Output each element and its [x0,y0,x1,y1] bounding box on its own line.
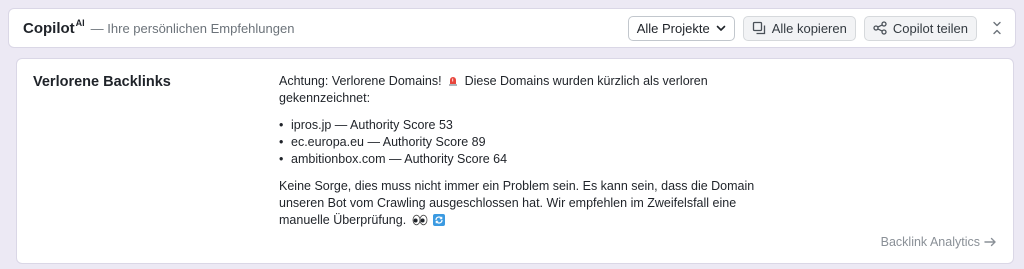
list-item: ec.europa.eu — Authority Score 89 [279,134,759,151]
lost-backlinks-card: Verlorene Backlinks Achtung: Verlorene D… [16,58,1014,264]
eyes-icon [412,214,428,226]
share-copilot-button[interactable]: Copilot teilen [863,15,977,41]
share-copilot-label: Copilot teilen [892,20,968,36]
share-icon [873,21,887,35]
intro-before: Achtung: Verlorene Domains! [279,74,442,88]
alarm-light-icon [449,77,458,86]
copy-all-button[interactable]: Alle kopieren [742,15,856,41]
list-item: ipros.jp — Authority Score 53 [279,117,759,134]
intro-text: Achtung: Verlorene Domains! Diese Domain… [279,73,759,107]
backlink-analytics-label: Backlink Analytics [880,235,980,249]
header-subtitle: — Ihre persönlichen Empfehlungen [90,20,295,36]
brand-name: Copilot [23,19,75,37]
arrow-right-icon [984,237,996,247]
project-select[interactable]: Alle Projekte [627,15,735,41]
copy-all-label: Alle kopieren [771,20,847,36]
copy-icon [752,21,765,35]
note-text: Keine Sorge, dies muss nicht immer ein P… [279,178,759,229]
card-title: Verlorene Backlinks [33,74,171,90]
domain-list: ipros.jp — Authority Score 53 ec.europa.… [279,117,759,168]
chevron-down-icon [716,25,725,31]
refresh-icon [433,214,446,226]
collapse-icon[interactable] [991,21,1003,35]
card-content: Achtung: Verlorene Domains! Diese Domain… [279,73,759,229]
brand-ai-badge: AI [75,17,85,28]
copilot-header: Copilot AI — Ihre persönlichen Empfehlung… [8,8,1016,48]
project-select-value: Alle Projekte [636,20,710,36]
backlink-analytics-link[interactable]: Backlink Analytics [881,235,997,249]
list-item: ambitionbox.com — Authority Score 64 [279,151,759,168]
note-body: Keine Sorge, dies muss nicht immer ein P… [279,179,755,227]
copilot-brand: Copilot AI [23,17,85,37]
